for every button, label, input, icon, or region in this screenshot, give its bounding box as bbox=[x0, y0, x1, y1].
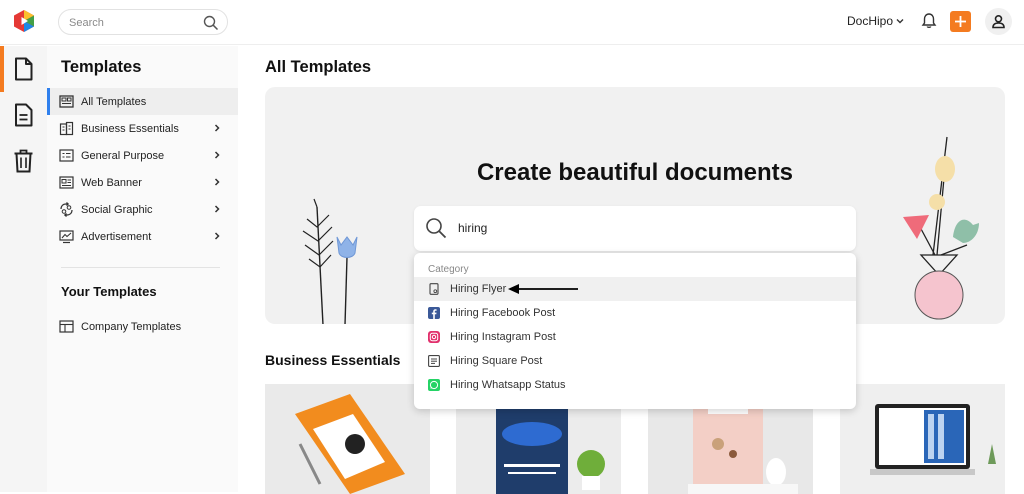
list-icon bbox=[59, 149, 74, 162]
annotation-arrow-left-icon bbox=[508, 284, 578, 294]
chevron-right-icon[interactable] bbox=[212, 150, 222, 160]
suggestion-hiring-flyer[interactable]: Hiring Flyer bbox=[414, 277, 856, 301]
sidebar-item-label: Social Graphic bbox=[81, 204, 153, 216]
suggestion-label: Hiring Whatsapp Status bbox=[450, 379, 566, 391]
sidebar-item-label: Web Banner bbox=[81, 177, 142, 189]
suggestion-label: Hiring Facebook Post bbox=[450, 307, 556, 319]
your-templates-title: Your Templates bbox=[61, 284, 157, 299]
top-bar: DocHipo bbox=[0, 0, 1024, 45]
document-icon bbox=[15, 57, 33, 81]
suggestion-label: Hiring Flyer bbox=[450, 283, 507, 295]
user-icon bbox=[992, 15, 1005, 29]
dropdown-category-label: Category bbox=[428, 264, 469, 275]
sidebar-item-business-essentials[interactable]: Business Essentials bbox=[47, 115, 238, 142]
chevron-right-icon[interactable] bbox=[212, 231, 222, 241]
suggestion-hiring-whatsapp-status[interactable]: Hiring Whatsapp Status bbox=[414, 373, 856, 397]
sidebar-item-social-graphic[interactable]: Social Graphic bbox=[47, 196, 238, 223]
square-post-icon bbox=[428, 355, 440, 367]
ad-icon bbox=[59, 230, 74, 244]
plant-illustration-left bbox=[302, 198, 358, 324]
whatsapp-icon bbox=[428, 379, 440, 391]
sidebar-item-label: Company Templates bbox=[81, 321, 182, 333]
sidebar-divider bbox=[61, 267, 220, 268]
sidebar-item-all-templates[interactable]: All Templates bbox=[47, 88, 238, 115]
user-avatar[interactable] bbox=[985, 8, 1012, 35]
sidebar-item-label: General Purpose bbox=[81, 150, 165, 162]
rail-documents[interactable] bbox=[0, 92, 47, 138]
plus-icon bbox=[955, 16, 966, 27]
suggestion-hiring-facebook-post[interactable]: Hiring Facebook Post bbox=[414, 301, 856, 325]
page-title: All Templates bbox=[265, 58, 372, 76]
bell-icon[interactable] bbox=[920, 12, 938, 30]
template-search-input[interactable] bbox=[458, 219, 838, 237]
left-rail bbox=[0, 46, 47, 492]
suggestion-label: Hiring Square Post bbox=[450, 355, 543, 367]
search-icon[interactable] bbox=[425, 217, 447, 239]
create-button[interactable] bbox=[950, 11, 971, 32]
global-search-input[interactable] bbox=[69, 14, 199, 31]
banner-icon bbox=[59, 176, 74, 189]
sidebar-item-advertisement[interactable]: Advertisement bbox=[47, 223, 238, 250]
template-thumbnail[interactable] bbox=[265, 384, 430, 494]
sidebar-item-label: Business Essentials bbox=[81, 123, 179, 135]
sidebar-title: Templates bbox=[61, 58, 142, 76]
vase-illustration-right bbox=[903, 136, 979, 320]
grid-icon bbox=[59, 95, 74, 108]
flyer-icon bbox=[429, 283, 439, 295]
rail-templates[interactable] bbox=[0, 46, 47, 92]
chevron-right-icon[interactable] bbox=[212, 177, 222, 187]
suggestion-hiring-square-post[interactable]: Hiring Square Post bbox=[414, 349, 856, 373]
trash-icon bbox=[14, 149, 33, 173]
rail-trash[interactable] bbox=[0, 138, 47, 184]
global-search[interactable] bbox=[58, 9, 228, 35]
suggestion-label: Hiring Instagram Post bbox=[450, 331, 556, 343]
template-search-box[interactable] bbox=[414, 206, 856, 251]
file-text-icon bbox=[15, 103, 33, 127]
layout-icon bbox=[59, 320, 74, 333]
template-thumbnail[interactable] bbox=[840, 384, 1005, 494]
sidebar-item-web-banner[interactable]: Web Banner bbox=[47, 169, 238, 196]
section-title-business-essentials: Business Essentials bbox=[265, 352, 401, 368]
chevron-down-icon[interactable] bbox=[895, 16, 905, 26]
suggestion-hiring-instagram-post[interactable]: Hiring Instagram Post bbox=[414, 325, 856, 349]
chevron-right-icon[interactable] bbox=[212, 204, 222, 214]
sidebar-item-company-templates[interactable]: Company Templates bbox=[47, 313, 238, 340]
facebook-icon bbox=[428, 307, 440, 319]
search-suggestions-dropdown: Category Hiring Flyer Hiring Facebook Po… bbox=[414, 253, 856, 409]
sidebar-item-label: Advertisement bbox=[81, 231, 152, 243]
sidebar-item-general-purpose[interactable]: General Purpose bbox=[47, 142, 238, 169]
workspace-name[interactable]: DocHipo bbox=[847, 14, 893, 28]
chevron-right-icon[interactable] bbox=[212, 123, 222, 133]
social-icon bbox=[60, 202, 73, 217]
dochipo-logo-icon[interactable] bbox=[12, 9, 36, 33]
search-icon[interactable] bbox=[203, 15, 219, 31]
template-preview-image bbox=[840, 384, 1005, 494]
instagram-icon bbox=[428, 331, 440, 343]
template-preview-image bbox=[265, 384, 430, 494]
building-icon bbox=[59, 121, 74, 136]
templates-sidebar: Templates All Templates Business Essenti… bbox=[47, 46, 238, 492]
sidebar-item-label: All Templates bbox=[81, 96, 147, 108]
